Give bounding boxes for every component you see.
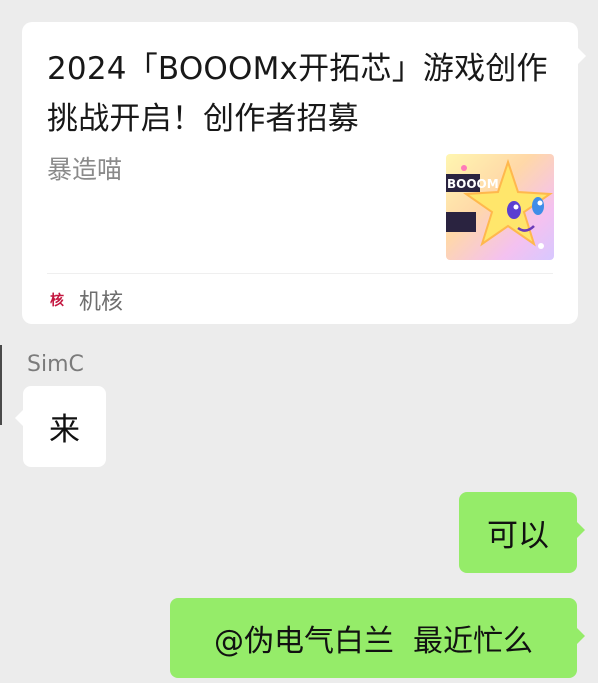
source-logo-icon: 核 (47, 290, 67, 310)
incoming-message[interactable]: 来 (15, 386, 106, 467)
article-title: 2024「BOOOMx开拓芯」游戏创作挑战开启！创作者招募 (47, 51, 548, 137)
card-bubble-tail (578, 48, 586, 64)
article-thumbnail: BOOOM (446, 154, 554, 260)
window-edge (0, 345, 2, 425)
game-poster-icon: BOOOM (446, 158, 553, 249)
message-text: @伪电气白兰 最近忙么 (213, 624, 534, 659)
message-text: 来 (49, 412, 80, 448)
source-name: 机核 (79, 290, 124, 315)
article-description: 暴造喵 (47, 155, 123, 184)
bubble-tail (15, 410, 23, 426)
article-source[interactable]: 核 机核 (47, 286, 124, 315)
outgoing-message[interactable]: @伪电气白兰 最近忙么 (170, 598, 585, 678)
message-text: 可以 (487, 518, 549, 554)
card-divider (47, 273, 553, 274)
outgoing-message[interactable]: 可以 (459, 492, 585, 573)
sender-name: SimC (27, 352, 84, 377)
bubble-tail (577, 522, 585, 538)
shared-article-card[interactable]: 2024「BOOOMx开拓芯」游戏创作挑战开启！创作者招募 暴造喵 BOOOM … (22, 22, 586, 324)
svg-text:BOOOM: BOOOM (447, 177, 499, 191)
bubble-tail (577, 628, 585, 644)
